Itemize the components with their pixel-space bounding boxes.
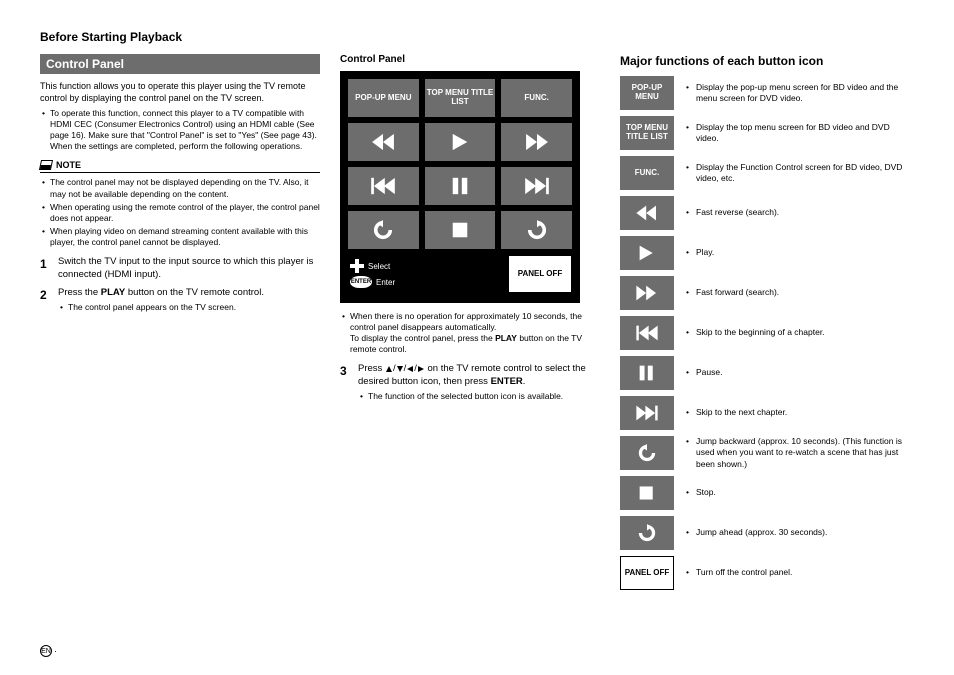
step-3-sub: The function of the selected button icon… bbox=[358, 391, 600, 402]
function-row: Pause. bbox=[620, 356, 914, 390]
arrow-down-icon bbox=[396, 365, 404, 373]
function-row: PANEL OFF Turn off the control panel. bbox=[620, 556, 914, 590]
function-row: Play. bbox=[620, 236, 914, 270]
panel-note: When there is no operation for approxima… bbox=[340, 311, 600, 355]
subheading-control-panel: Control Panel bbox=[340, 54, 600, 65]
function-row: Fast forward (search). bbox=[620, 276, 914, 310]
pause-icon bbox=[620, 356, 674, 390]
skipf-icon bbox=[620, 396, 674, 430]
function-description: Fast reverse (search). bbox=[686, 207, 914, 218]
note-list: The control panel may not be displayed d… bbox=[40, 177, 320, 247]
step-2: Press the PLAY button on the TV remote c… bbox=[40, 287, 320, 313]
function-description: Jump backward (approx. 10 seconds). (Thi… bbox=[686, 436, 914, 469]
arrow-right-icon bbox=[417, 365, 425, 373]
arrow-up-icon bbox=[385, 365, 393, 373]
play-icon bbox=[620, 236, 674, 270]
function-row: Jump backward (approx. 10 seconds). (Thi… bbox=[620, 436, 914, 470]
function-description: Play. bbox=[686, 247, 914, 258]
function-description: Display the top menu screen for BD video… bbox=[686, 122, 914, 144]
panel-func: FUNC. bbox=[501, 79, 572, 117]
function-label-cell: POP-UP MENU bbox=[620, 76, 674, 110]
function-description: Display the Function Control screen for … bbox=[686, 162, 914, 184]
panel-top-menu: TOP MENU TITLE LIST bbox=[425, 79, 496, 117]
jumpb-icon bbox=[620, 436, 674, 470]
heading-control-panel: Control Panel bbox=[40, 54, 320, 74]
enter-icon: ENTER bbox=[350, 276, 372, 288]
fast-reverse-icon bbox=[348, 123, 419, 161]
dpad-icon bbox=[350, 259, 364, 273]
skip-forward-icon bbox=[501, 167, 572, 205]
function-row: Jump ahead (approx. 30 seconds). bbox=[620, 516, 914, 550]
function-row: FUNC. Display the Function Control screen… bbox=[620, 156, 914, 190]
fast-forward-icon bbox=[501, 123, 572, 161]
function-label-cell: PANEL OFF bbox=[620, 556, 674, 590]
function-description: Skip to the next chapter. bbox=[686, 407, 914, 418]
note-item: The control panel may not be displayed d… bbox=[40, 177, 320, 199]
operate-bullet: To operate this function, connect this p… bbox=[40, 108, 320, 152]
stop-icon bbox=[620, 476, 674, 510]
skipb-icon bbox=[620, 316, 674, 350]
note-item: When operating using the remote control … bbox=[40, 202, 320, 224]
step-3: Press /// on the TV remote control to se… bbox=[340, 363, 600, 402]
function-description: Display the pop-up menu screen for BD vi… bbox=[686, 82, 914, 104]
function-description: Pause. bbox=[686, 367, 914, 378]
panel-hints: Select ENTEREnter bbox=[348, 255, 502, 295]
panel-off: PANEL OFF bbox=[508, 255, 572, 293]
function-description: Turn off the control panel. bbox=[686, 567, 914, 578]
function-row: Stop. bbox=[620, 476, 914, 510]
major-functions-title: Major functions of each button icon bbox=[620, 54, 914, 68]
function-row: Skip to the next chapter. bbox=[620, 396, 914, 430]
function-row: TOP MENU TITLE LIST Display the top menu … bbox=[620, 116, 914, 150]
jumpf-icon bbox=[620, 516, 674, 550]
function-description: Jump ahead (approx. 30 seconds). bbox=[686, 527, 914, 538]
jump-back-icon bbox=[348, 211, 419, 249]
step-1: Switch the TV input to the input source … bbox=[40, 256, 320, 282]
function-description: Fast forward (search). bbox=[686, 287, 914, 298]
skip-back-icon bbox=[348, 167, 419, 205]
arrow-left-icon bbox=[406, 365, 414, 373]
function-row: Skip to the beginning of a chapter. bbox=[620, 316, 914, 350]
page-section-title: Before Starting Playback bbox=[40, 30, 914, 44]
function-label-cell: TOP MENU TITLE LIST bbox=[620, 116, 674, 150]
jump-forward-icon bbox=[501, 211, 572, 249]
play-icon bbox=[425, 123, 496, 161]
function-description: Skip to the beginning of a chapter. bbox=[686, 327, 914, 338]
panel-popup-menu: POP-UP MENU bbox=[348, 79, 419, 117]
ffwd-icon bbox=[620, 276, 674, 310]
note-item: When playing video on demand streaming c… bbox=[40, 226, 320, 248]
function-row: POP-UP MENU Display the pop-up menu scree… bbox=[620, 76, 914, 110]
pause-icon bbox=[425, 167, 496, 205]
intro-text: This function allows you to operate this… bbox=[40, 80, 320, 104]
page-footer-lang: EN· bbox=[40, 645, 57, 657]
note-label: NOTE bbox=[40, 160, 320, 170]
function-label-cell: FUNC. bbox=[620, 156, 674, 190]
function-description: Stop. bbox=[686, 487, 914, 498]
function-row: Fast reverse (search). bbox=[620, 196, 914, 230]
control-panel-graphic: POP-UP MENU TOP MENU TITLE LIST FUNC. Se… bbox=[340, 71, 580, 303]
stop-icon bbox=[425, 211, 496, 249]
note-rule bbox=[40, 172, 320, 173]
step-2-sub: The control panel appears on the TV scre… bbox=[58, 302, 320, 313]
frev-icon bbox=[620, 196, 674, 230]
